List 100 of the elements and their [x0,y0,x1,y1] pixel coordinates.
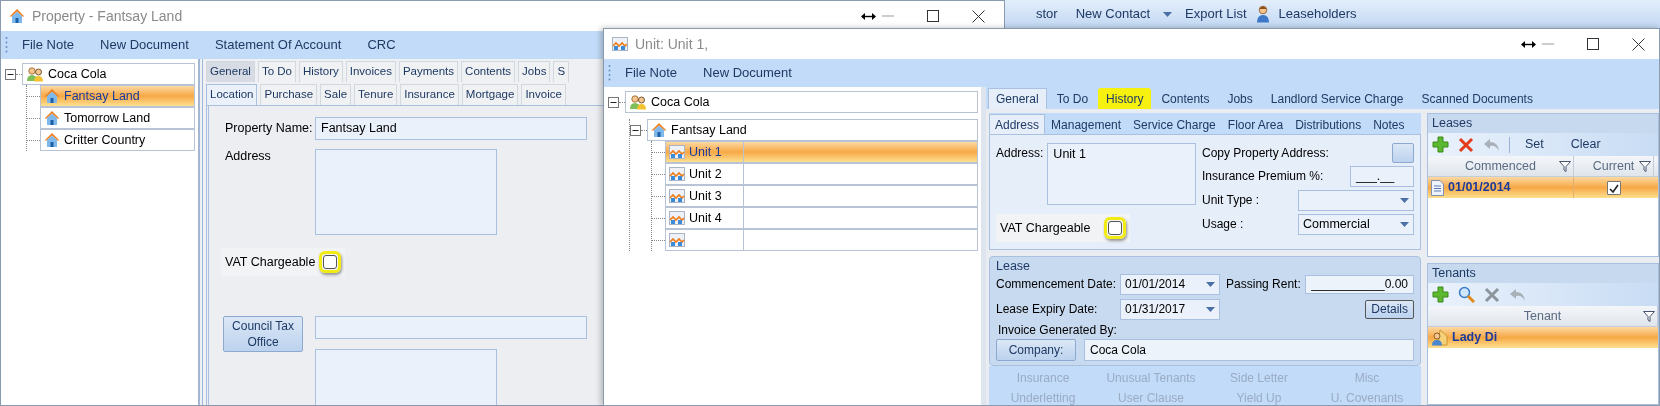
table-row[interactable]: Lady Di [1428,327,1658,348]
tab[interactable]: Contents [1153,88,1218,109]
tab[interactable]: Mortgage [461,84,519,105]
tab[interactable]: Invoice [521,84,566,105]
details-button[interactable]: Details [1365,299,1414,320]
toolbar-button[interactable]: CRC [353,37,408,53]
date-field[interactable]: 01/01/2014 [1120,274,1221,295]
field-label: Property Name: [225,120,314,137]
tree-item[interactable]: Unit 4 [665,207,978,229]
toolbar-button[interactable]: New Document [86,37,201,53]
tree-item[interactable]: Tomorrow Land [40,107,195,129]
filter-icon[interactable] [1639,161,1651,172]
tree-item[interactable]: Fantsay Land [647,119,978,141]
address-field[interactable]: Unit 1 [1047,143,1196,205]
toolbar-button[interactable]: New Document [689,65,804,81]
column-header[interactable]: Current [1592,158,1635,174]
tab[interactable]: Location [206,84,258,105]
maximize-icon[interactable] [927,10,939,22]
dropdown-field[interactable]: Commercial [1298,214,1414,235]
dropdown-field[interactable] [1298,190,1414,211]
column-header[interactable]: Tenant [1523,308,1562,324]
tab[interactable]: Jobs [1219,88,1261,109]
checkbox[interactable] [1607,180,1621,195]
delete-icon[interactable] [1458,136,1474,153]
tab[interactable]: Invoices [345,61,396,82]
window-title: Unit: Unit 1, [635,35,709,53]
toolbar-button[interactable]: File Note [611,65,690,81]
text-field[interactable]: ___.__ [1350,166,1414,187]
tree-item[interactable]: Unit 3 [665,185,978,207]
person-icon [1431,329,1448,346]
collapse-icon[interactable] [5,68,16,80]
text-field[interactable]: Coca Cola [1084,339,1414,362]
text-field[interactable]: ___________0.00 [1304,275,1414,294]
caret-icon [1400,198,1409,203]
tab[interactable]: Notes [1367,114,1411,134]
table-row[interactable]: 01/01/2014 [1428,177,1658,198]
tab[interactable]: Tenure [354,84,398,105]
toolbar-button[interactable]: Set [1519,137,1556,152]
house-icon [44,110,60,126]
column-header[interactable]: Commenced [1465,158,1536,174]
company-button[interactable]: Company: [996,339,1076,362]
close-icon[interactable] [1632,37,1645,51]
add-icon[interactable] [1432,136,1449,153]
tree-item[interactable]: Coca Cola [625,91,978,113]
maximize-icon[interactable] [1587,38,1599,50]
tab[interactable]: S [553,61,570,82]
text-field[interactable]: Fantsay Land [315,117,587,140]
tab[interactable]: General [988,88,1047,109]
tree-item[interactable]: Unit 2 [665,163,978,185]
tab[interactable]: Distributions [1289,114,1368,134]
tab[interactable]: To Do [1048,88,1097,109]
toolbar-button[interactable]: Clear [1564,137,1613,152]
tree-item[interactable]: Unit 1 [665,141,978,163]
toolbar-button[interactable]: New Contact [1066,6,1160,22]
toolbar-button[interactable]: Statement Of Account [200,37,354,53]
collapse-icon[interactable] [630,124,641,136]
grip-icon[interactable] [608,63,611,83]
tab[interactable]: To Do [257,61,296,82]
tab[interactable]: Purchase [260,84,318,105]
house-icon [44,88,60,104]
close-icon[interactable] [972,9,985,23]
tab[interactable]: Sale [320,84,352,105]
tree-item[interactable]: Coca Cola [22,63,195,85]
tree-item[interactable]: Fantsay Land [40,85,195,107]
caret-icon[interactable] [1163,11,1173,17]
tab[interactable]: History [298,61,343,82]
search-icon[interactable] [1458,286,1475,303]
houses-icon [612,37,628,51]
collapse-icon[interactable] [608,96,619,108]
tab[interactable]: Insurance [400,84,459,105]
panel-title: Tenants [1428,264,1658,283]
toolbar-button[interactable]: Export List [1176,6,1256,22]
tab[interactable]: Contents [461,61,516,82]
toolbar-button[interactable]: stor [1027,6,1067,22]
address-field[interactable] [315,149,497,235]
tab[interactable]: History [1098,88,1152,109]
add-icon[interactable] [1432,286,1449,303]
toolbar-button[interactable]: Leaseholders [1269,6,1366,22]
toolbar-button[interactable]: File Note [8,37,87,53]
filter-icon[interactable] [1559,161,1571,172]
resize-icon[interactable] [1521,39,1536,49]
tab[interactable]: Jobs [518,61,551,82]
tab[interactable]: Landlord Service Charge [1262,88,1412,109]
tree-item[interactable]: Critter Country [40,129,195,151]
address-field[interactable] [315,349,497,405]
date-field[interactable]: 01/31/2017 [1120,299,1221,320]
tab[interactable]: General [206,61,255,82]
tab[interactable]: Address [989,114,1046,134]
copy-button[interactable] [1392,143,1414,163]
tab[interactable]: Floor Area [1221,114,1290,134]
filter-icon[interactable] [1643,311,1655,322]
text-field[interactable] [315,316,587,339]
grip-icon[interactable] [5,35,8,55]
tab[interactable]: Management [1045,114,1128,134]
tab[interactable]: Service Charge [1127,114,1222,134]
tab[interactable]: Payments [398,61,459,82]
checkbox-label: VAT Chargeable [1000,220,1091,236]
council-tax-office-button[interactable]: Council Tax Office [223,316,303,352]
resize-icon[interactable] [861,11,876,21]
tab[interactable]: Scanned Documents [1413,88,1541,109]
